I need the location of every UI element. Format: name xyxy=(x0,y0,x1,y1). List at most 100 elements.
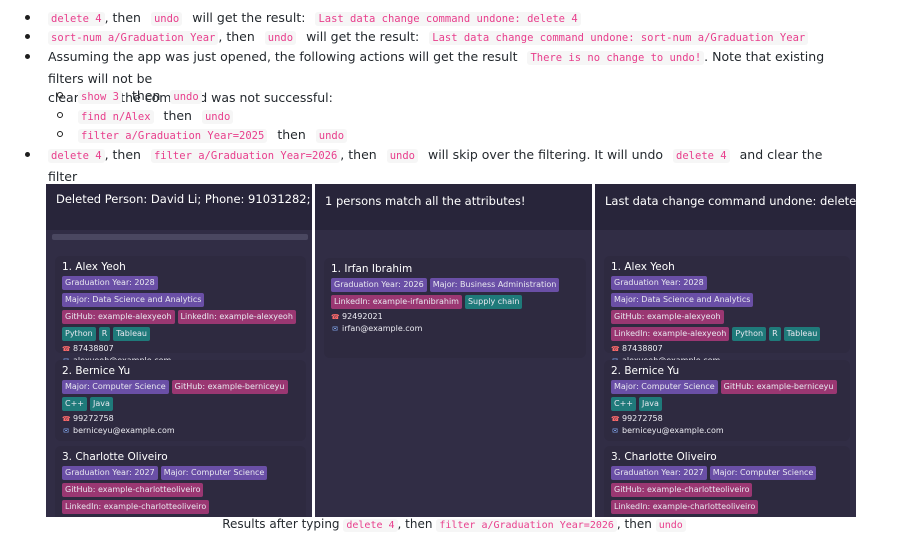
tag-skill: Java xyxy=(639,397,662,411)
inline-code: undo xyxy=(150,12,183,26)
tag-skill: Supply chain xyxy=(464,295,523,309)
person-name: 3. Charlotte Oliveiro xyxy=(62,451,168,463)
tag-grad: Graduation Year: 2027 xyxy=(62,466,158,480)
person-card[interactable]: 3. Charlotte Oliveiro Graduation Year: 20… xyxy=(55,446,306,517)
inline-code: delete 4 xyxy=(343,519,398,532)
phone-row: ☎ 99272758 xyxy=(62,413,299,425)
person-name: 1. Irfan Ibrahim xyxy=(331,263,413,275)
bullet-dot xyxy=(25,34,30,39)
tag-link: LinkedIn: example-charlotteoliveiro xyxy=(62,500,210,514)
phone-row: ☎ 99272758 xyxy=(611,413,843,425)
phone-icon: ☎ xyxy=(611,415,620,423)
sub-bullet-circle xyxy=(57,131,63,137)
bullet-dot xyxy=(25,152,30,157)
bullet-text: , then xyxy=(218,29,255,44)
tag-grad: Graduation Year: 2026 xyxy=(331,278,427,292)
phone-row: ☎ 87438807 xyxy=(62,343,299,355)
inline-code: undo xyxy=(201,110,234,124)
bullet-text: will skip over the filtering. It will un… xyxy=(427,147,664,162)
inline-code: filter a/Graduation Year=2026 xyxy=(436,519,617,532)
tag-list: Graduation Year: 2028 Major: Data Science… xyxy=(62,276,299,341)
email-row: ✉ berniceyu@example.com xyxy=(62,425,299,437)
tag-skill: Tableau xyxy=(113,327,150,341)
tag-major: Major: Data Science and Analytics xyxy=(62,293,205,307)
tag-major: Major: Business Administration xyxy=(429,278,560,292)
tag-link: GitHub: example-berniceyu xyxy=(720,380,837,394)
bullet-text: will get the result: xyxy=(192,10,306,25)
tag-list: Graduation Year: 2027 Major: Computer Sci… xyxy=(62,466,299,514)
email-icon: ✉ xyxy=(332,325,338,333)
tag-link: GitHub: example-alexyeoh xyxy=(611,310,724,324)
tag-list: Graduation Year: 2026 Major: Business Adm… xyxy=(331,278,579,309)
screenshot-panel-undo: Last data change command undone: delete … xyxy=(595,184,856,517)
phone-number: 87438807 xyxy=(622,344,663,353)
tag-list: Graduation Year: 2028 Major: Data Science… xyxy=(611,276,843,341)
screenshot-panel-filter: 1 persons match all the attributes! 1. Ir… xyxy=(315,184,592,517)
bullet-text: will get the result: xyxy=(306,29,420,44)
person-name: 2. Bernice Yu xyxy=(611,365,680,377)
person-card[interactable]: 2. Bernice Yu Major: Computer Science GitH… xyxy=(55,360,306,441)
tag-skill: Java xyxy=(90,397,113,411)
tag-skill: C++ xyxy=(611,397,636,411)
bullet-text: Assuming the app was just opened, the fo… xyxy=(48,49,518,64)
person-card[interactable]: 2. Bernice Yu Major: Computer Science GitH… xyxy=(604,360,850,441)
person-card[interactable]: 3. Charlotte Oliveiro Graduation Year: 20… xyxy=(604,446,850,517)
phone-icon: ☎ xyxy=(62,345,71,353)
inline-code: delete 4 xyxy=(673,149,730,163)
inline-code: undo xyxy=(315,129,348,143)
bullet-text: , then xyxy=(104,10,141,25)
tag-link: LinkedIn: example-alexyeoh xyxy=(177,310,296,324)
inline-code: delete 4 xyxy=(48,149,105,163)
email-icon: ✉ xyxy=(63,427,69,435)
caption-text: , then xyxy=(397,517,433,531)
tag-skill: Python xyxy=(62,327,96,341)
tag-list: Major: Computer Science GitHub: example-b… xyxy=(62,380,299,411)
bullet-text: then xyxy=(131,88,161,103)
phone-number: 87438807 xyxy=(73,344,114,353)
tag-grad: Graduation Year: 2027 xyxy=(611,466,707,480)
bullet-text: , then xyxy=(340,147,377,162)
inline-code: filter a/Graduation Year=2026 xyxy=(150,149,341,163)
tag-link: GitHub: example-charlotteoliveiro xyxy=(62,483,204,497)
result-display: 1 persons match all the attributes! xyxy=(315,184,592,230)
phone-number: 92492021 xyxy=(342,312,383,321)
phone-icon: ☎ xyxy=(331,313,340,321)
person-name: 2. Bernice Yu xyxy=(62,365,131,377)
person-card[interactable]: 1. Alex Yeoh Graduation Year: 2028 Major: … xyxy=(55,256,306,365)
inline-code: show 3 xyxy=(78,90,122,104)
tag-link: GitHub: example-alexyeoh xyxy=(62,310,175,324)
bullet-dot xyxy=(25,15,30,20)
inline-code: filter a/Graduation Year=2025 xyxy=(78,129,268,143)
tag-link: GitHub: example-charlotteoliveiro xyxy=(611,483,753,497)
tag-link: LinkedIn: example-alexyeoh xyxy=(611,327,730,341)
inline-code: undo xyxy=(264,31,297,45)
inline-code: undo xyxy=(655,519,686,532)
person-name: 3. Charlotte Oliveiro xyxy=(611,451,717,463)
result-display: Deleted Person: David Li; Phone: 9103128… xyxy=(46,184,312,230)
tag-link: GitHub: example-berniceyu xyxy=(171,380,288,394)
inline-code: delete 4 xyxy=(48,12,105,26)
email-address: berniceyu@example.com xyxy=(73,426,175,435)
email-row: ✉ irfan@example.com xyxy=(331,323,579,335)
scrollbar[interactable] xyxy=(52,234,308,240)
inline-code: There is no change to undo! xyxy=(527,51,705,65)
person-card[interactable]: 1. Irfan Ibrahim Graduation Year: 2026 Maj… xyxy=(324,258,586,358)
bullet-text: then xyxy=(163,108,192,123)
tag-major: Major: Computer Science xyxy=(62,380,169,394)
inline-code: Last data change command undone: sort-nu… xyxy=(429,31,809,45)
person-name: 1. Alex Yeoh xyxy=(611,261,675,273)
phone-number: 99272758 xyxy=(73,414,114,423)
tag-skill: Python xyxy=(732,327,767,341)
tag-skill: R xyxy=(769,327,781,341)
tag-major: Major: Computer Science xyxy=(709,466,817,480)
caption-text: , then xyxy=(616,517,652,531)
caption-text: Results after typing xyxy=(222,517,340,531)
tag-major: Major: Data Science and Analytics xyxy=(611,293,754,307)
bullet-dot xyxy=(25,54,30,59)
phone-icon: ☎ xyxy=(611,345,620,353)
person-card[interactable]: 1. Alex Yeoh Graduation Year: 2028 Major: … xyxy=(604,256,850,365)
tag-major: Major: Computer Science xyxy=(611,380,718,394)
tag-list: Graduation Year: 2027 Major: Computer Sci… xyxy=(611,466,843,514)
bullet-text: , then xyxy=(104,147,141,162)
tag-link: LinkedIn: example-charlotteoliveiro xyxy=(611,500,759,514)
